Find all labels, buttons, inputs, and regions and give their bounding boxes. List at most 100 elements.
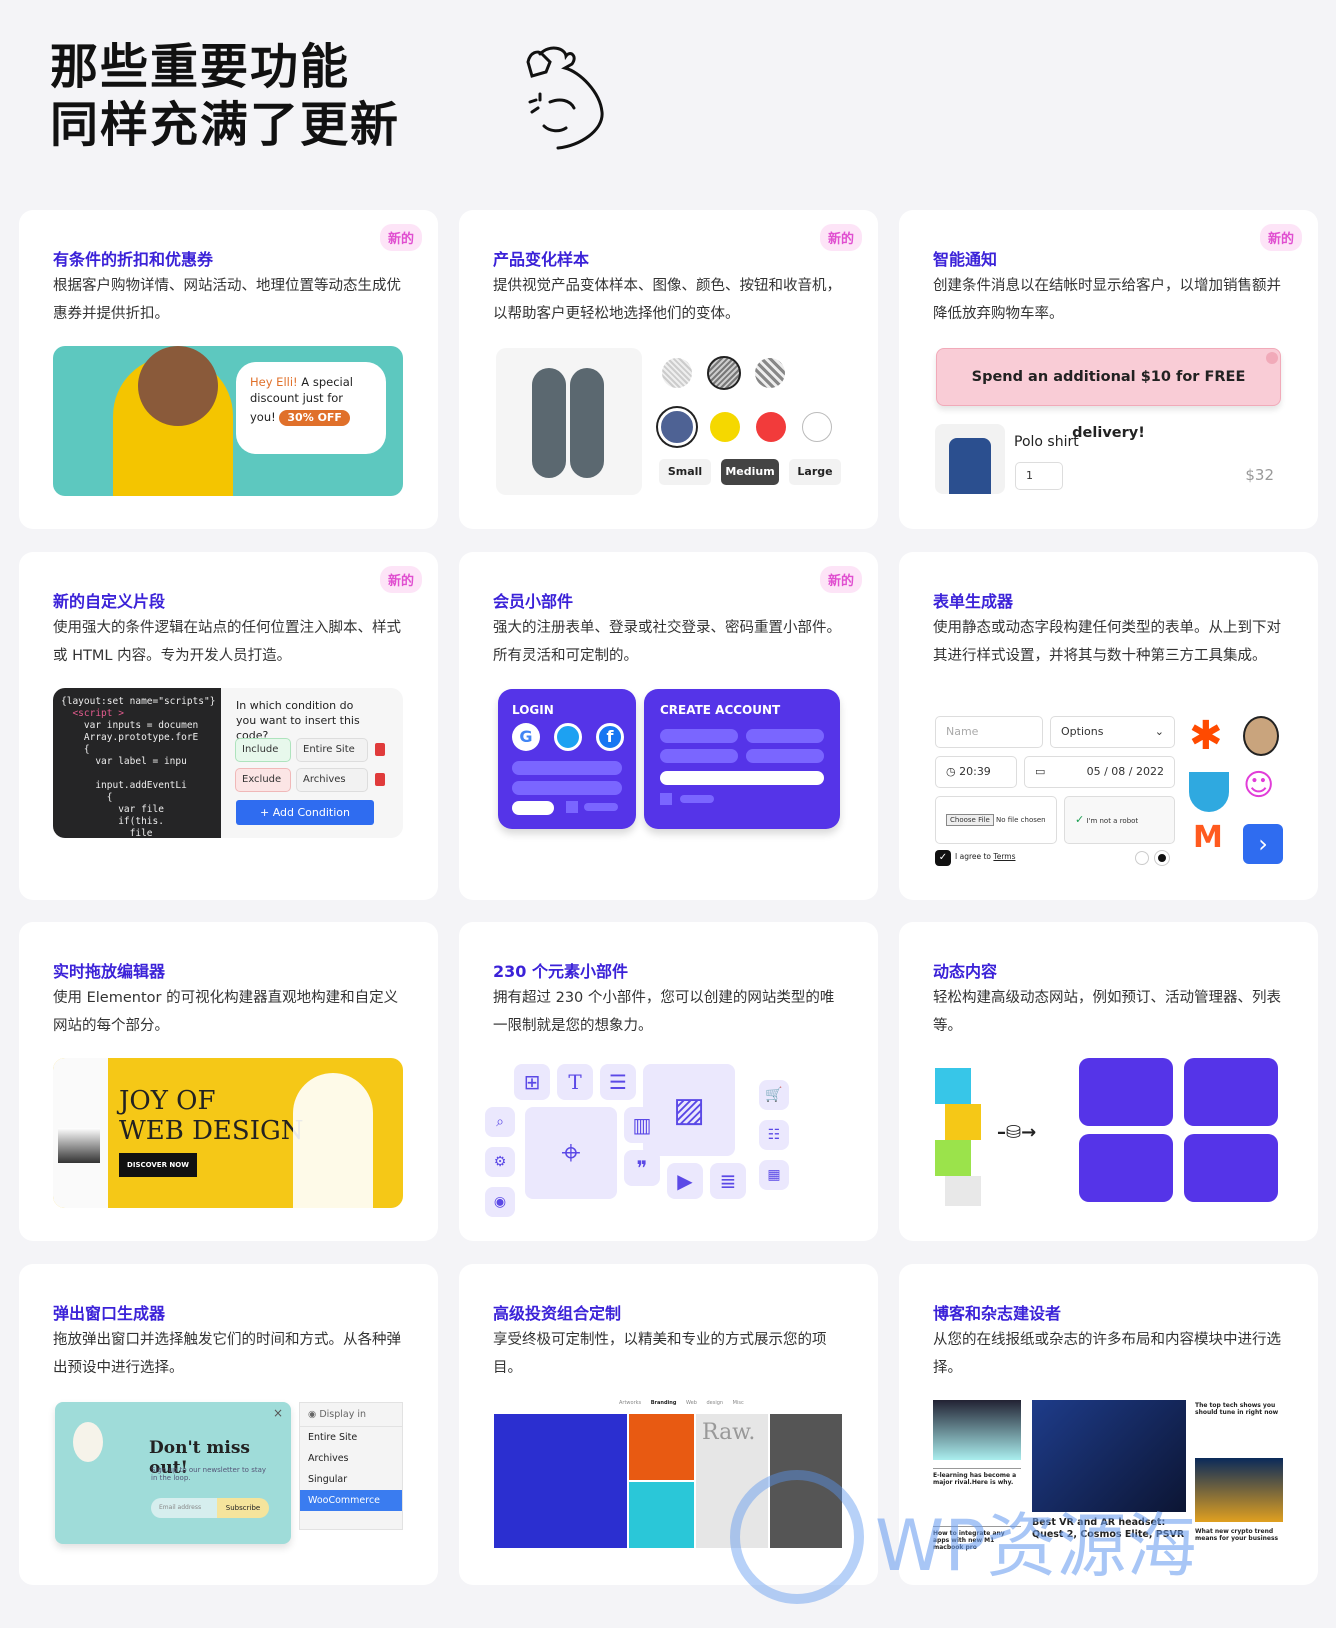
person-photo	[293, 1073, 373, 1208]
editor-illustration: JOY OF WEB DESIGN DISCOVER NOW	[53, 1058, 403, 1208]
display-in-label: Display in	[319, 1409, 367, 1420]
filter-artworks[interactable]: Artworks	[619, 1400, 641, 1406]
feature-card-coupons: 新的 有条件的折扣和优惠券 根据客户购物详情、网站活动、地理位置等动态生成优惠券…	[19, 210, 438, 529]
size-small-button[interactable]: Small	[659, 459, 711, 485]
code-line: if(this.	[61, 816, 164, 827]
checkbox[interactable]	[566, 801, 578, 813]
filter-web-design[interactable]: Web design	[686, 1400, 723, 1406]
quote-widget-icon: ❞	[624, 1150, 660, 1186]
post-title[interactable]: What new crypto trend means for your bus…	[1195, 1528, 1283, 1542]
name-input[interactable]: Name	[935, 716, 1043, 748]
texture-swatch-selected[interactable]	[707, 356, 741, 390]
agree-checkbox[interactable]: ✓	[935, 850, 951, 866]
coupon-illustration: Hey Elli! A special discount just for yo…	[53, 346, 403, 496]
password-field[interactable]	[512, 781, 622, 795]
color-swatch-yellow[interactable]	[710, 412, 740, 442]
calendar-icon: ▭	[1035, 765, 1046, 778]
options-select[interactable]: Options ⌄	[1050, 716, 1175, 748]
facebook-icon[interactable]: f	[596, 723, 624, 751]
color-swatch-white[interactable]	[802, 412, 832, 442]
display-in-header[interactable]: ◉ Display in	[300, 1403, 402, 1427]
exclude-select[interactable]: Exclude	[235, 768, 291, 792]
feature-card-popup: 弹出窗口生成器 拖放弹出窗口并选择触发它们的时间和方式。从各种弹出预设中进行选择…	[19, 1264, 438, 1585]
portfolio-filters: Artworks Branding Web design Misc	[619, 1400, 744, 1406]
close-icon[interactable]: ×	[273, 1406, 283, 1420]
condition-question: In which condition do you want to insert…	[236, 699, 360, 742]
subscribe-button[interactable]: Subscribe	[217, 1498, 269, 1518]
code-line: input.addEventLi	[61, 780, 187, 791]
texture-swatch[interactable]	[755, 358, 785, 388]
time-value: 20:39	[959, 765, 991, 778]
add-condition-button[interactable]: + Add Condition	[236, 800, 374, 825]
portfolio-item[interactable]	[494, 1414, 627, 1548]
archives-select[interactable]: Archives	[296, 768, 368, 792]
feature-card-dynamic: 动态内容 轻松构建高级动态网站，例如预订、活动管理器、列表等。 –⛁→	[899, 922, 1318, 1241]
menu-item-woocommerce[interactable]: WooCommerce	[300, 1490, 402, 1511]
size-large-button[interactable]: Large	[789, 459, 841, 485]
menu-item-entire-site[interactable]: Entire Site	[300, 1427, 402, 1448]
menu-item-singular[interactable]: Singular	[300, 1469, 402, 1490]
card-title: 有条件的折扣和优惠券	[53, 250, 214, 269]
card-description: 拖放弹出窗口并选择触发它们的时间和方式。从各种弹出预设中进行选择。	[53, 1332, 401, 1376]
texture-swatch[interactable]	[662, 358, 692, 388]
trash-icon[interactable]	[375, 773, 385, 786]
gallery-widget-icon: ▦	[759, 1160, 789, 1190]
list-widget-icon: ☰	[600, 1064, 636, 1100]
dynamic-profile-card	[1184, 1134, 1278, 1202]
register-button[interactable]	[660, 771, 824, 785]
portfolio-item[interactable]	[629, 1414, 694, 1480]
new-badge: 新的	[379, 224, 422, 251]
filter-branding[interactable]: Branding	[651, 1400, 677, 1406]
card-description: 从您的在线报纸或杂志的许多布局和内容模块中进行选择。	[933, 1332, 1281, 1376]
map-pin-widget-icon: ◉	[485, 1187, 515, 1217]
card-description: 轻松构建高级动态网站，例如预订、活动管理器、列表等。	[933, 990, 1281, 1034]
video-widget-icon: ▶	[667, 1163, 703, 1199]
post-title[interactable]: The top tech shows you should tune in ri…	[1195, 1402, 1283, 1416]
login-button[interactable]	[512, 801, 554, 815]
dynamic-profile-card	[1079, 1134, 1173, 1202]
quantity-input[interactable]: 1	[1015, 462, 1063, 490]
gear-widget-icon: ⚙	[485, 1147, 515, 1177]
menu-item-archives[interactable]: Archives	[300, 1448, 402, 1469]
feature-card-notifications: 新的 智能通知 创建条件消息以在结帐时显示给客户，以增加销售额并降低放弃购物车率…	[899, 210, 1318, 529]
create-account-widget: CREATE ACCOUNT	[644, 689, 840, 829]
checkbox[interactable]	[660, 793, 672, 805]
sidebar-widget-icon: ▥	[624, 1107, 660, 1143]
file-upload[interactable]: Choose File No file chosen	[935, 796, 1057, 844]
site-select[interactable]: Entire Site	[296, 738, 368, 762]
popup-text: Sign up to our newsletter to stay in the…	[151, 1466, 267, 1482]
card-description: 使用强大的条件逻辑在站点的任何位置注入脚本、样式或 HTML 内容。专为开发人员…	[53, 620, 401, 664]
card-description: 使用 Elementor 的可视化构建器直观地构建和自定义网站的每个部分。	[53, 990, 399, 1034]
card-title: 博客和杂志建设者	[933, 1304, 1062, 1323]
include-select[interactable]: Include	[235, 738, 291, 762]
product-thumbnail	[935, 424, 1005, 494]
discover-now-button[interactable]: DISCOVER NOW	[119, 1153, 197, 1177]
close-icon[interactable]	[1266, 352, 1278, 364]
card-title: 弹出窗口生成器	[53, 1304, 166, 1323]
time-input[interactable]: ◷ 20:39	[935, 756, 1017, 788]
radio-button[interactable]	[1135, 851, 1149, 865]
heading-line-1: 那些重要功能	[50, 39, 351, 95]
twitter-icon[interactable]	[554, 723, 582, 751]
recaptcha[interactable]: ✓ I'm not a robot	[1064, 796, 1175, 844]
google-icon[interactable]: G	[512, 723, 540, 751]
date-input[interactable]: ▭ 05 / 08 / 2022	[1024, 756, 1175, 788]
color-swatch-red[interactable]	[756, 412, 786, 442]
portfolio-item[interactable]	[629, 1482, 694, 1548]
terms-link[interactable]: Terms	[993, 852, 1015, 861]
post-title[interactable]: E-learning has become a major rival.Here…	[933, 1468, 1021, 1486]
card-title: 会员小部件	[493, 592, 574, 611]
color-swatch-blue[interactable]	[658, 408, 696, 446]
code-line: file	[61, 828, 153, 838]
radio-button-selected[interactable]	[1155, 851, 1169, 865]
trash-icon[interactable]	[375, 743, 385, 756]
size-medium-button[interactable]: Medium	[721, 459, 779, 485]
filter-misc[interactable]: Misc	[733, 1400, 744, 1406]
choose-file-button[interactable]: Choose File	[946, 814, 994, 826]
display-in-menu: ◉ Display in Entire Site Archives Singul…	[299, 1402, 403, 1530]
email-input[interactable]: Email address	[151, 1498, 217, 1518]
login-field[interactable]	[512, 761, 622, 775]
feature-card-form-builder: 表单生成器 使用静态或动态字段构建任何类型的表单。从上到下对其进行样式设置，并将…	[899, 552, 1318, 900]
code-editor: {layout:set name="scripts"} <script > va…	[53, 688, 221, 838]
